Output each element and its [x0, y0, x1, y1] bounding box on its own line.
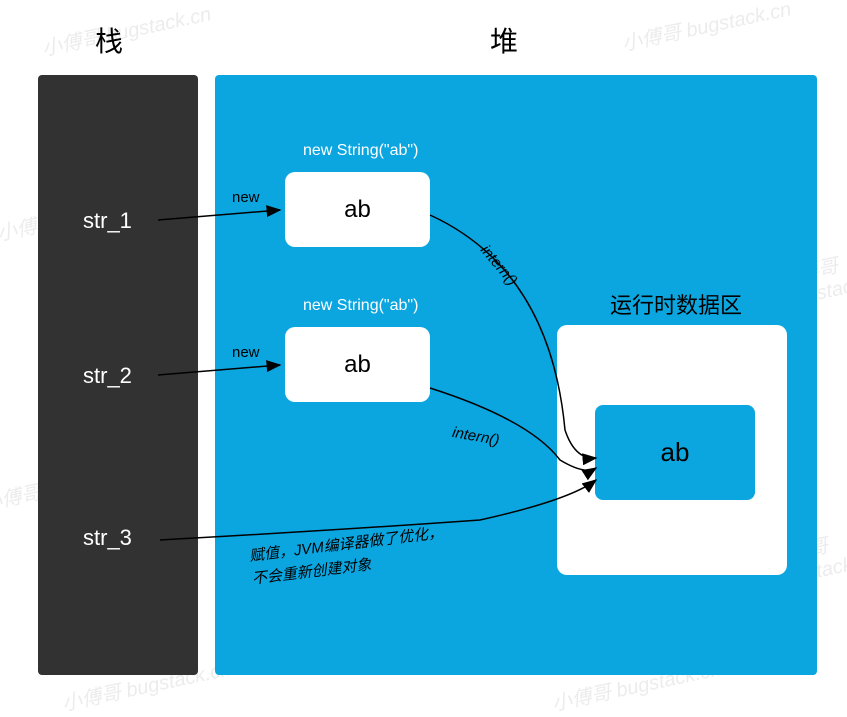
heap-container: new String("ab") ab new String("ab") ab … — [215, 75, 817, 675]
runtime-data-area-box: ab — [557, 325, 787, 575]
stack-var-str3: str_3 — [83, 525, 132, 551]
stack-var-str2: str_2 — [83, 363, 132, 389]
heap-title: 堆 — [490, 20, 518, 60]
new-string-label-1: new String("ab") — [303, 142, 418, 160]
stack-container: str_1 str_2 str_3 — [38, 75, 198, 675]
stack-title: 栈 — [95, 20, 123, 60]
watermark: 小傅哥 bugstack.cn — [39, 0, 214, 62]
stack-var-str1: str_1 — [83, 208, 132, 234]
edge-label-new-2: new — [232, 344, 260, 361]
new-string-label-2: new String("ab") — [303, 297, 418, 315]
runtime-data-area-label: 运行时数据区 — [610, 288, 742, 320]
string-box-2: ab — [285, 327, 430, 402]
string-pool-box: ab — [595, 405, 755, 500]
string-box-1: ab — [285, 172, 430, 247]
watermark: 小傅哥 bugstack.cn — [619, 0, 794, 57]
edge-label-new-1: new — [232, 189, 260, 206]
